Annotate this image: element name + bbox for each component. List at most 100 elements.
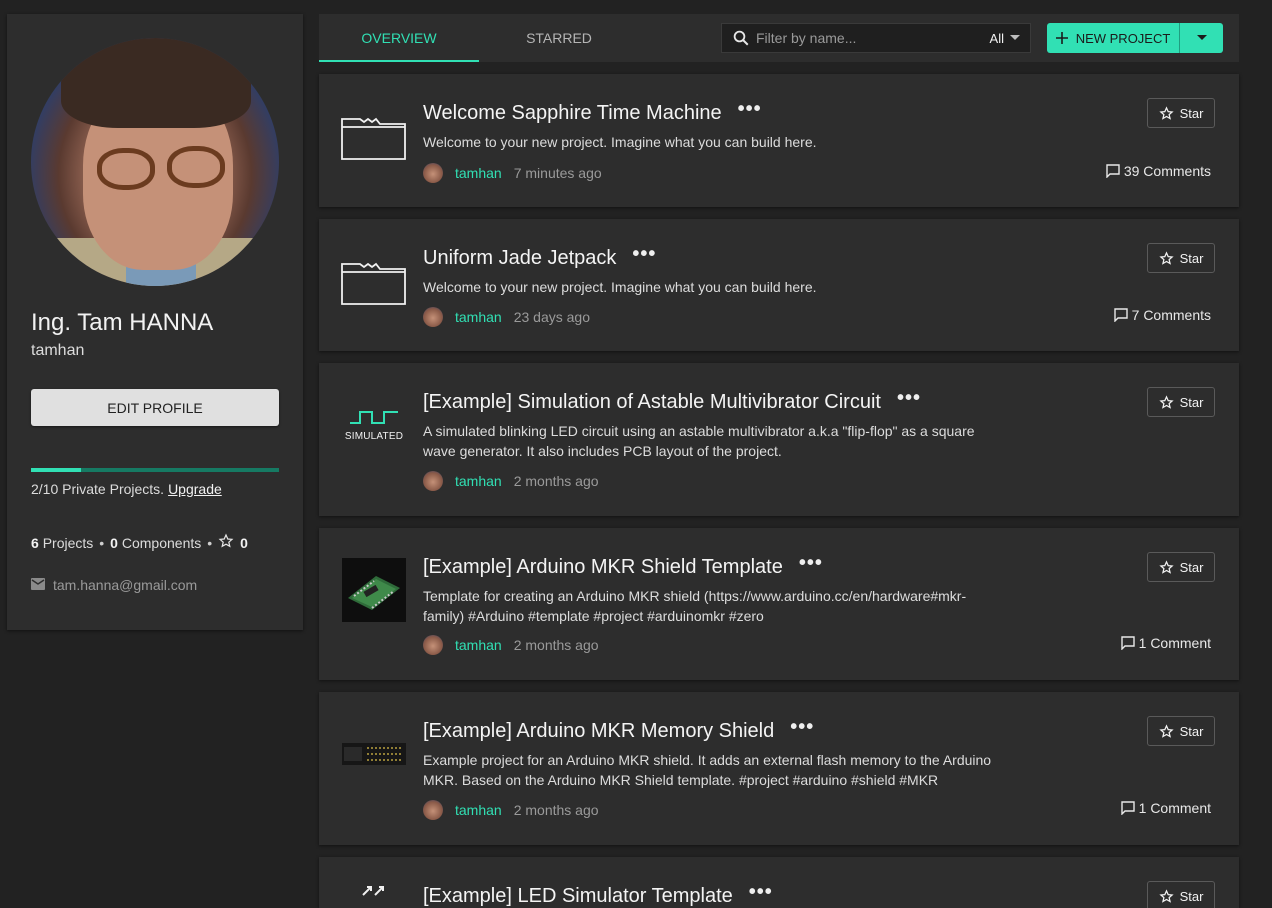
project-meta: tamhan 2 months ago [423, 800, 599, 820]
last-updated: 7 minutes ago [513, 165, 602, 181]
email-text: tam.hanna@gmail.com [53, 577, 198, 593]
profile-sidebar: Ing. Tam HANNA tamhan EDIT PROFILE 2/10 … [7, 14, 303, 630]
star-button[interactable]: Star [1147, 552, 1215, 582]
project-title[interactable]: Uniform Jade Jetpack ••• [423, 243, 656, 270]
more-options-icon[interactable]: ••• [632, 243, 656, 266]
email: tam.hanna@gmail.com [31, 577, 197, 593]
plus-icon [1055, 32, 1068, 44]
last-updated: 2 months ago [513, 473, 599, 489]
simulated-label: SIMULATED [344, 430, 404, 442]
project-description: A simulated blinking LED circuit using a… [423, 423, 975, 459]
comments-link[interactable]: 1 Comment [1120, 800, 1211, 816]
new-project-button[interactable]: NEW PROJECT [1047, 23, 1180, 53]
profile-username: tamhan [31, 342, 85, 359]
new-project-label: NEW PROJECT [1075, 30, 1171, 46]
projects-count: 6 [31, 534, 39, 551]
project-description: Welcome to your new project. Imagine wha… [423, 134, 817, 150]
comments-link[interactable]: 7 Comments [1113, 307, 1211, 323]
filter-input[interactable] [756, 30, 990, 46]
project-title[interactable]: [Example] Arduino MKR Memory Shield ••• [423, 716, 814, 743]
star-outline-icon [1158, 105, 1174, 121]
upgrade-link[interactable]: Upgrade [168, 481, 222, 497]
star-button[interactable]: Star [1147, 243, 1215, 273]
project-title[interactable]: [Example] Simulation of Astable Multivib… [423, 387, 921, 414]
profile-stats: 6 Projects • 0 Components • 0 [31, 533, 248, 552]
owner-link[interactable]: tamhan [455, 802, 502, 818]
project-card[interactable]: [Example] Arduino MKR Memory Shield ••• E… [319, 692, 1239, 845]
project-description: Welcome to your new project. Imagine wha… [423, 279, 817, 295]
filter-box: All [721, 23, 1031, 53]
components-count: 0 [110, 534, 118, 551]
owner-link[interactable]: tamhan [455, 309, 502, 325]
star-outline-icon [1158, 723, 1174, 739]
more-options-icon[interactable]: ••• [790, 716, 814, 739]
project-card[interactable]: Uniform Jade Jetpack ••• Welcome to your … [319, 219, 1239, 351]
quota-label: 2/10 Private Projects. [31, 481, 165, 497]
owner-avatar [423, 163, 443, 183]
project-meta: tamhan 7 minutes ago [423, 163, 602, 183]
comment-icon [1120, 636, 1135, 650]
search-icon [732, 29, 750, 47]
mail-icon [31, 577, 45, 593]
owner-link[interactable]: tamhan [455, 473, 502, 489]
projects-label: Projects [42, 534, 94, 551]
star-outline-icon [1158, 250, 1174, 266]
project-card[interactable]: [Example] LED Simulator Template ••• Star [319, 857, 1239, 908]
private-projects-quota-bar [31, 468, 279, 472]
avatar [31, 38, 279, 286]
expand-arrows-icon [342, 879, 406, 908]
star-button[interactable]: Star [1147, 98, 1215, 128]
new-project-dropdown[interactable] [1180, 23, 1223, 53]
last-updated: 23 days ago [513, 309, 590, 325]
owner-avatar [423, 307, 443, 327]
pcb-image [342, 722, 406, 786]
star-button[interactable]: Star [1147, 387, 1215, 417]
filter-scope-select[interactable]: All [990, 31, 1004, 46]
star-button[interactable]: Star [1147, 881, 1215, 908]
project-description: Example project for an Arduino MKR shiel… [423, 752, 992, 788]
new-project-split-button: NEW PROJECT [1047, 23, 1223, 53]
more-options-icon[interactable]: ••• [799, 552, 823, 575]
stars-count: 0 [240, 534, 248, 551]
more-options-icon[interactable]: ••• [738, 98, 762, 121]
pcb-image [342, 558, 406, 622]
caret-down-icon [1196, 35, 1207, 41]
star-icon [218, 533, 234, 552]
comment-icon [1113, 308, 1128, 322]
edit-profile-button[interactable]: EDIT PROFILE [31, 389, 279, 426]
star-button[interactable]: Star [1147, 716, 1215, 746]
folder-icon [341, 249, 406, 313]
project-title[interactable]: Welcome Sapphire Time Machine ••• [423, 98, 762, 125]
last-updated: 2 months ago [513, 637, 599, 653]
project-description: Template for creating an Arduino MKR shi… [423, 588, 967, 624]
project-meta: tamhan 23 days ago [423, 307, 590, 327]
project-card[interactable]: SIMULATED [Example] Simulation of Astabl… [319, 363, 1239, 516]
comments-link[interactable]: 39 Comments [1106, 163, 1211, 179]
project-card[interactable]: Welcome Sapphire Time Machine ••• Welcome… [319, 74, 1239, 207]
comment-icon [1106, 164, 1120, 178]
owner-avatar [423, 471, 443, 491]
tab-overview[interactable]: OVERVIEW [319, 14, 479, 62]
project-card[interactable]: [Example] Arduino MKR Shield Template •••… [319, 528, 1239, 680]
more-options-icon[interactable]: ••• [749, 881, 773, 904]
square-wave-icon: SIMULATED [342, 393, 406, 457]
quota-text: 2/10 Private Projects. Upgrade [31, 481, 222, 497]
more-options-icon[interactable]: ••• [897, 387, 921, 410]
components-label: Components [121, 534, 202, 551]
project-toolbar: OVERVIEW STARRED All NEW PROJECT [319, 14, 1239, 62]
project-title[interactable]: [Example] LED Simulator Template ••• [423, 881, 773, 908]
owner-avatar [423, 800, 443, 820]
owner-link[interactable]: tamhan [455, 637, 502, 653]
star-outline-icon [1158, 394, 1174, 410]
last-updated: 2 months ago [513, 802, 599, 818]
project-meta: tamhan 2 months ago [423, 635, 599, 655]
star-outline-icon [1158, 888, 1174, 904]
project-title[interactable]: [Example] Arduino MKR Shield Template ••• [423, 552, 823, 579]
comment-icon [1120, 801, 1135, 815]
owner-link[interactable]: tamhan [455, 165, 502, 181]
project-meta: tamhan 2 months ago [423, 471, 599, 491]
chevron-down-icon[interactable] [1010, 35, 1020, 41]
comments-link[interactable]: 1 Comment [1120, 635, 1211, 651]
tab-starred[interactable]: STARRED [479, 14, 639, 62]
folder-icon [341, 104, 406, 168]
